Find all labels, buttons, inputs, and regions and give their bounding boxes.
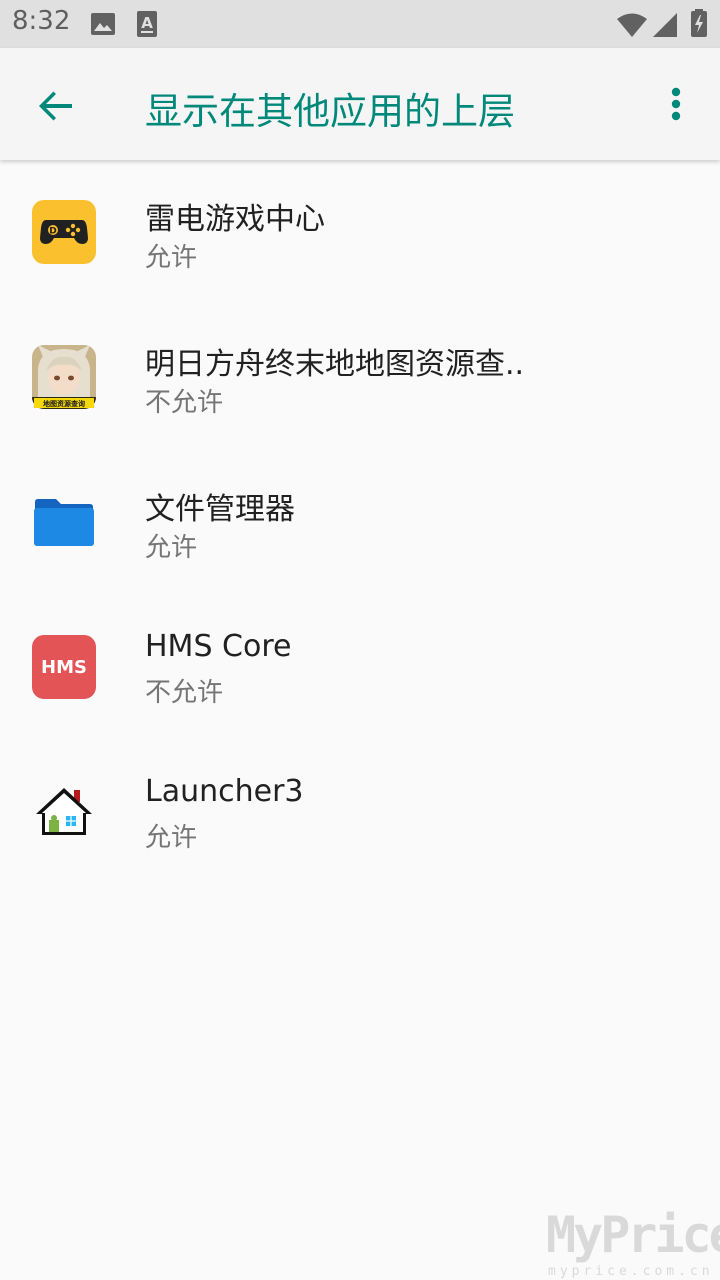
page-title: 显示在其他应用的上层 xyxy=(145,90,515,133)
app-permission-status: 允许 xyxy=(145,823,198,853)
svg-text:D: D xyxy=(49,227,56,237)
app-name: 明日方舟终末地地图资源查.. xyxy=(145,347,525,382)
app-name: 文件管理器 xyxy=(145,492,295,527)
app-permission-status: 不允许 xyxy=(145,388,224,418)
battery-charging-icon xyxy=(691,9,707,37)
folder-icon xyxy=(34,499,94,546)
wifi-icon xyxy=(617,13,647,37)
svg-text:A: A xyxy=(141,14,153,32)
app-row[interactable]: 文件管理器 允许 xyxy=(0,450,720,595)
app-row[interactable]: 地图资源查询 明日方舟终末地地图资源查.. 不允许 xyxy=(0,305,720,450)
app-name: HMS Core xyxy=(145,629,292,664)
back-button[interactable] xyxy=(28,78,84,134)
house-icon xyxy=(36,788,92,835)
more-options-button[interactable] xyxy=(656,80,696,136)
hms-icon: HMS xyxy=(32,635,96,699)
hms-icon-label: HMS xyxy=(41,657,87,678)
icon-banner-label: 地图资源查询 xyxy=(43,399,85,408)
arrow-back-icon xyxy=(39,91,72,121)
image-icon xyxy=(91,13,115,35)
app-row[interactable]: Launcher3 允许 xyxy=(0,740,720,885)
watermark: MyPrice myprice.com.cn xyxy=(546,1206,720,1280)
text-icon: A xyxy=(137,11,157,37)
watermark-url: myprice.com.cn xyxy=(548,1264,714,1279)
anime-character-icon: 地图资源查询 xyxy=(32,345,96,409)
watermark-logo: MyPrice xyxy=(546,1206,720,1264)
app-row[interactable]: D 雷电游戏中心 允许 xyxy=(0,160,720,305)
status-time: 8:32 xyxy=(12,6,71,36)
app-list: D 雷电游戏中心 允许 地图资源查询 明日方舟终末地地图资源查.. 不允许 文件… xyxy=(0,160,720,885)
app-permission-status: 允许 xyxy=(145,243,198,273)
app-row[interactable]: HMS HMS Core 不允许 xyxy=(0,595,720,740)
more-vert-icon xyxy=(671,87,681,121)
app-permission-status: 允许 xyxy=(145,533,198,563)
app-permission-status: 不允许 xyxy=(145,678,224,708)
app-name: 雷电游戏中心 xyxy=(145,202,325,237)
gamepad-icon: D xyxy=(32,200,96,264)
app-name: Launcher3 xyxy=(145,774,304,809)
signal-icon xyxy=(653,13,677,37)
app-bar: 显示在其他应用的上层 xyxy=(0,48,720,160)
status-bar: 8:32 A xyxy=(0,0,720,48)
